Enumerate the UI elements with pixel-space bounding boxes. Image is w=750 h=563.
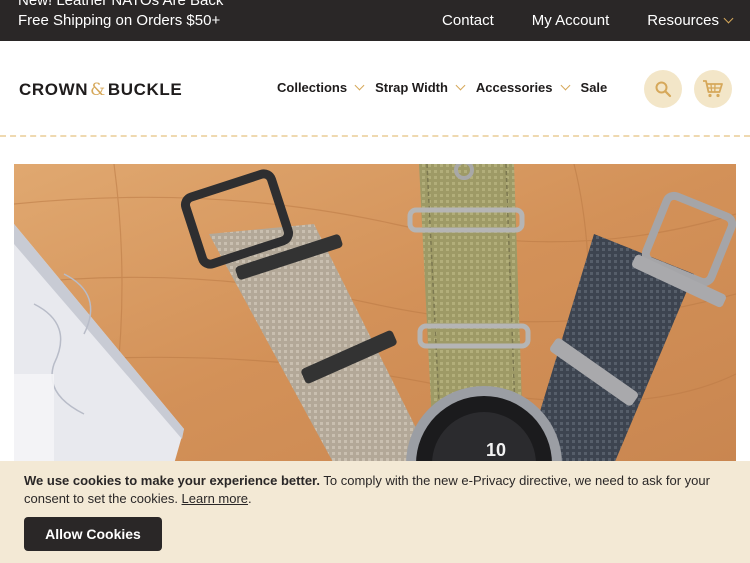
cookie-message-tail: .: [248, 491, 252, 506]
cookie-message: We use cookies to make your experience b…: [24, 472, 724, 508]
logo-word-buckle: BUCKLE: [107, 80, 183, 99]
search-button[interactable]: [644, 70, 682, 108]
promo-message-leather: New! Leather NATOs Are Back: [18, 0, 224, 9]
cart-icon: [703, 80, 723, 98]
nav-sale-label: Sale: [580, 80, 608, 95]
header-divider: [0, 135, 750, 137]
utility-nav: Contact My Account Resources: [442, 0, 734, 41]
resources-label: Resources: [647, 12, 719, 29]
nav-sale[interactable]: Sale: [581, 80, 608, 95]
nav-accessories-label: Accessories: [475, 80, 553, 95]
search-icon: [655, 81, 672, 98]
nav-strap-width-label: Strap Width: [375, 80, 448, 95]
nav-strap-width[interactable]: Strap Width: [375, 80, 466, 95]
resources-dropdown[interactable]: Resources: [647, 12, 734, 29]
chevron-down-icon: [455, 80, 466, 91]
cart-button[interactable]: [694, 70, 732, 108]
logo-ampersand: &: [90, 80, 106, 100]
promo-ticker[interactable]: New! Leather NATOs Are Back Free Shippin…: [18, 0, 248, 41]
my-account-label: My Account: [531, 12, 610, 29]
hero-image[interactable]: 10: [14, 164, 736, 464]
nav-collections-label: Collections: [277, 80, 348, 95]
announcement-bar: New! Leather NATOs Are Back Free Shippin…: [0, 0, 750, 41]
logo-word-crown: CROWN: [19, 80, 89, 99]
site-header: CROWN & BUCKLE Collections Strap Width Acc…: [0, 41, 750, 136]
cookie-banner: We use cookies to make your experience b…: [0, 461, 750, 563]
contact-label: Contact: [442, 12, 494, 29]
contact-link[interactable]: Contact: [442, 12, 494, 29]
chevron-down-icon: [560, 80, 570, 91]
allow-cookies-button[interactable]: Allow Cookies: [24, 517, 162, 551]
main-nav: Collections Strap Width Accessories Sale: [277, 80, 607, 95]
chevron-down-icon: [723, 13, 734, 24]
learn-more-link[interactable]: Learn more: [182, 491, 248, 506]
my-account-link[interactable]: My Account: [532, 12, 610, 29]
brand-logo[interactable]: CROWN & BUCKLE: [19, 80, 182, 100]
hero-photo-straps: 10: [14, 164, 736, 464]
watch-dial-number: 10: [486, 440, 506, 460]
cookie-message-bold: We use cookies to make your experience b…: [24, 473, 320, 488]
chevron-down-icon: [354, 80, 365, 91]
nav-collections[interactable]: Collections: [277, 80, 365, 95]
promo-message-shipping: Free Shipping on Orders $50+: [18, 12, 221, 29]
nav-accessories[interactable]: Accessories: [475, 80, 570, 95]
